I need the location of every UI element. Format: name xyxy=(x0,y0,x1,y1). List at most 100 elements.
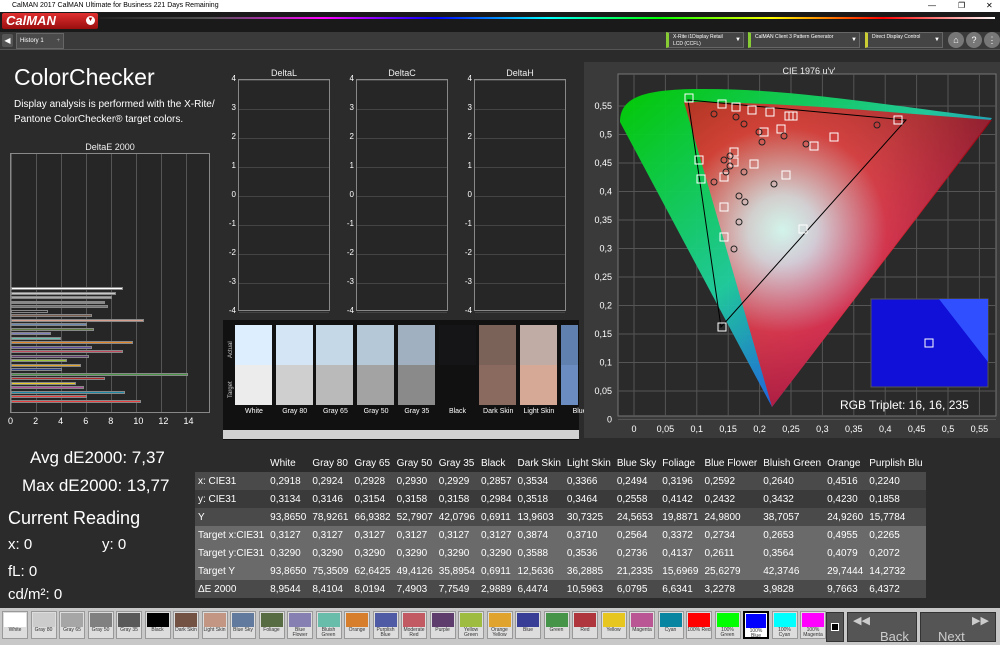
bottom-swatch-button[interactable]: Orange Yellow xyxy=(486,611,513,639)
settings-icon[interactable]: ⋮ xyxy=(984,32,1000,48)
table-header: White Gray 80 Gray 65 Gray 50 Gray 35 Black Da… xyxy=(195,454,926,472)
table-cell: 49,4126 xyxy=(393,562,436,580)
bottom-swatch-button[interactable]: Moderate Red xyxy=(401,611,427,639)
bottom-swatch-button[interactable]: Bluish Green xyxy=(315,611,342,639)
table-cell: 0,3127 xyxy=(309,526,352,544)
deltae-xtick: 14 xyxy=(183,416,194,426)
bottom-swatch-button[interactable]: Foliage xyxy=(258,611,285,639)
delta-gridline xyxy=(357,167,447,168)
table-cell: 0,4230 xyxy=(824,490,867,508)
table-cell: 0,2857 xyxy=(477,472,515,490)
table-header-cell: Gray 65 xyxy=(351,454,394,472)
table-cell: 7,7549 xyxy=(435,580,478,598)
table-cell: 0,2918 xyxy=(267,472,310,490)
bottom-swatch-color xyxy=(631,613,653,627)
table-cell: 30,7325 xyxy=(563,508,614,526)
delta-ytick: 1 xyxy=(467,161,472,170)
stop-button[interactable] xyxy=(826,612,844,642)
close-icon[interactable]: ✕ xyxy=(986,0,993,12)
bottom-swatch-label: Magenta xyxy=(632,627,652,633)
bottom-swatch-button[interactable]: 100% Blue xyxy=(743,611,769,639)
bottom-swatch-color xyxy=(61,613,83,627)
bottom-swatch-button[interactable]: Gray 65 xyxy=(59,611,85,639)
tab-label: History 1 xyxy=(20,38,44,44)
swatch-actual xyxy=(479,325,517,365)
bottom-swatch-button[interactable]: Orange xyxy=(344,611,370,639)
bottom-swatch-button[interactable]: 100% Green xyxy=(714,611,741,639)
nav-back-icon[interactable]: ◀ xyxy=(2,34,13,47)
table-cell: 36,2885 xyxy=(563,562,614,580)
chevron-down-icon: ▼ xyxy=(934,37,940,43)
home-icon[interactable]: ⌂ xyxy=(948,32,964,48)
bottom-swatch-button[interactable]: Green xyxy=(543,611,570,639)
delta-ytick: -3 xyxy=(464,277,472,286)
bottom-swatch-button[interactable]: Gray 35 xyxy=(116,611,142,639)
table-cell: 0,4137 xyxy=(659,544,702,562)
table-cell: 21,2335 xyxy=(613,562,660,580)
chevron-down-icon: ▼ xyxy=(86,16,95,25)
bottom-swatch-label: Purple xyxy=(435,627,450,633)
bottom-swatch-button[interactable]: Purplish Blue xyxy=(372,611,399,639)
table-cell: 6,4372 xyxy=(866,580,926,598)
table-cell: 0,3146 xyxy=(309,490,352,508)
bottom-swatch-button[interactable]: Blue xyxy=(515,611,541,639)
table-cell: 9,7663 xyxy=(824,580,867,598)
tab-add-icon[interactable]: + xyxy=(56,34,60,49)
calman-logo-button[interactable]: CalMAN ▼ xyxy=(2,13,98,29)
table-cell: ΔE 2000 xyxy=(195,580,268,598)
delta-gridline xyxy=(357,80,447,81)
delta-ytick: 4 xyxy=(467,74,472,83)
bottom-swatch-button[interactable]: Light Skin xyxy=(201,611,228,639)
bottom-swatch-label: Moderate Red xyxy=(403,627,425,638)
bottom-swatch-button[interactable]: Black xyxy=(144,611,171,639)
bottom-swatch-button[interactable]: Blue Flower xyxy=(287,611,313,639)
table-header-cell: Orange xyxy=(824,454,867,472)
bottom-swatch-button[interactable]: 100% Red xyxy=(686,611,712,639)
deltae-bar xyxy=(11,336,61,340)
maximize-icon[interactable]: ❐ xyxy=(958,0,965,12)
bottom-swatch-button[interactable]: Dark Skin xyxy=(173,611,199,639)
swatch-scrollbar[interactable] xyxy=(223,430,579,439)
max-de2000: Max dE2000: 13,77 xyxy=(22,476,170,495)
table-cell: 0,3366 xyxy=(563,472,614,490)
bottom-swatch-button[interactable]: Yellow xyxy=(600,611,627,639)
swatch-actual xyxy=(235,325,272,365)
table-cell: 8,0194 xyxy=(351,580,394,598)
bottom-swatch-button[interactable]: White xyxy=(2,611,28,639)
back-label: Back xyxy=(880,629,909,644)
bottom-swatch-button[interactable]: 100% Magenta xyxy=(800,611,826,639)
bottom-swatch-color xyxy=(146,613,169,627)
minimize-icon[interactable]: — xyxy=(928,0,936,12)
swatch-target xyxy=(560,365,578,405)
tab-history-1[interactable]: History 1 + xyxy=(16,33,64,49)
delta-ytick: 4 xyxy=(231,74,236,83)
deltae-bar xyxy=(11,327,95,331)
bottom-swatch-button[interactable]: Purple xyxy=(429,611,456,639)
table-row: Target Y 93,8650 75,3509 62,6425 49,4126 35,8… xyxy=(195,562,926,580)
display-control-selector[interactable]: Direct Display Control ▼ xyxy=(865,32,943,48)
chevron-down-icon: ▼ xyxy=(735,37,741,43)
bottom-swatch-button[interactable]: 100% Cyan xyxy=(771,611,798,639)
pattern-generator-selector[interactable]: CalMAN Client 3 Pattern Generator ▼ xyxy=(748,32,860,48)
meter-selector[interactable]: X-Rite i1Display Retail LCD (CCFL) ▼ xyxy=(666,32,744,48)
table-cell: 42,3746 xyxy=(760,562,825,580)
table-cell: 0,3518 xyxy=(514,490,564,508)
table-cell: 25,6279 xyxy=(701,562,761,580)
deltae-bar xyxy=(11,309,49,313)
bottom-swatch-color xyxy=(175,613,197,627)
cie-xtick: 0,35 xyxy=(845,424,863,434)
deltae-chart-title: DeltaE 2000 xyxy=(85,142,135,152)
bottom-swatch-button[interactable]: Cyan xyxy=(657,611,684,639)
table-cell: 0,2930 xyxy=(393,472,436,490)
bottom-swatch-color xyxy=(517,613,539,627)
cie-ytick: 0,2 xyxy=(599,301,612,311)
bottom-swatch-button[interactable]: Red xyxy=(572,611,598,639)
delta-chart-plot xyxy=(238,79,330,313)
bottom-swatch-button[interactable]: Gray 50 xyxy=(87,611,114,639)
bottom-swatch-label: Purplish Blue xyxy=(376,627,395,638)
bottom-swatch-button[interactable]: Gray 80 xyxy=(30,611,57,639)
help-icon[interactable]: ? xyxy=(966,32,982,48)
bottom-swatch-button[interactable]: Yellow Green xyxy=(458,611,484,639)
bottom-swatch-button[interactable]: Blue Sky xyxy=(230,611,256,639)
bottom-swatch-button[interactable]: Magenta xyxy=(629,611,655,639)
